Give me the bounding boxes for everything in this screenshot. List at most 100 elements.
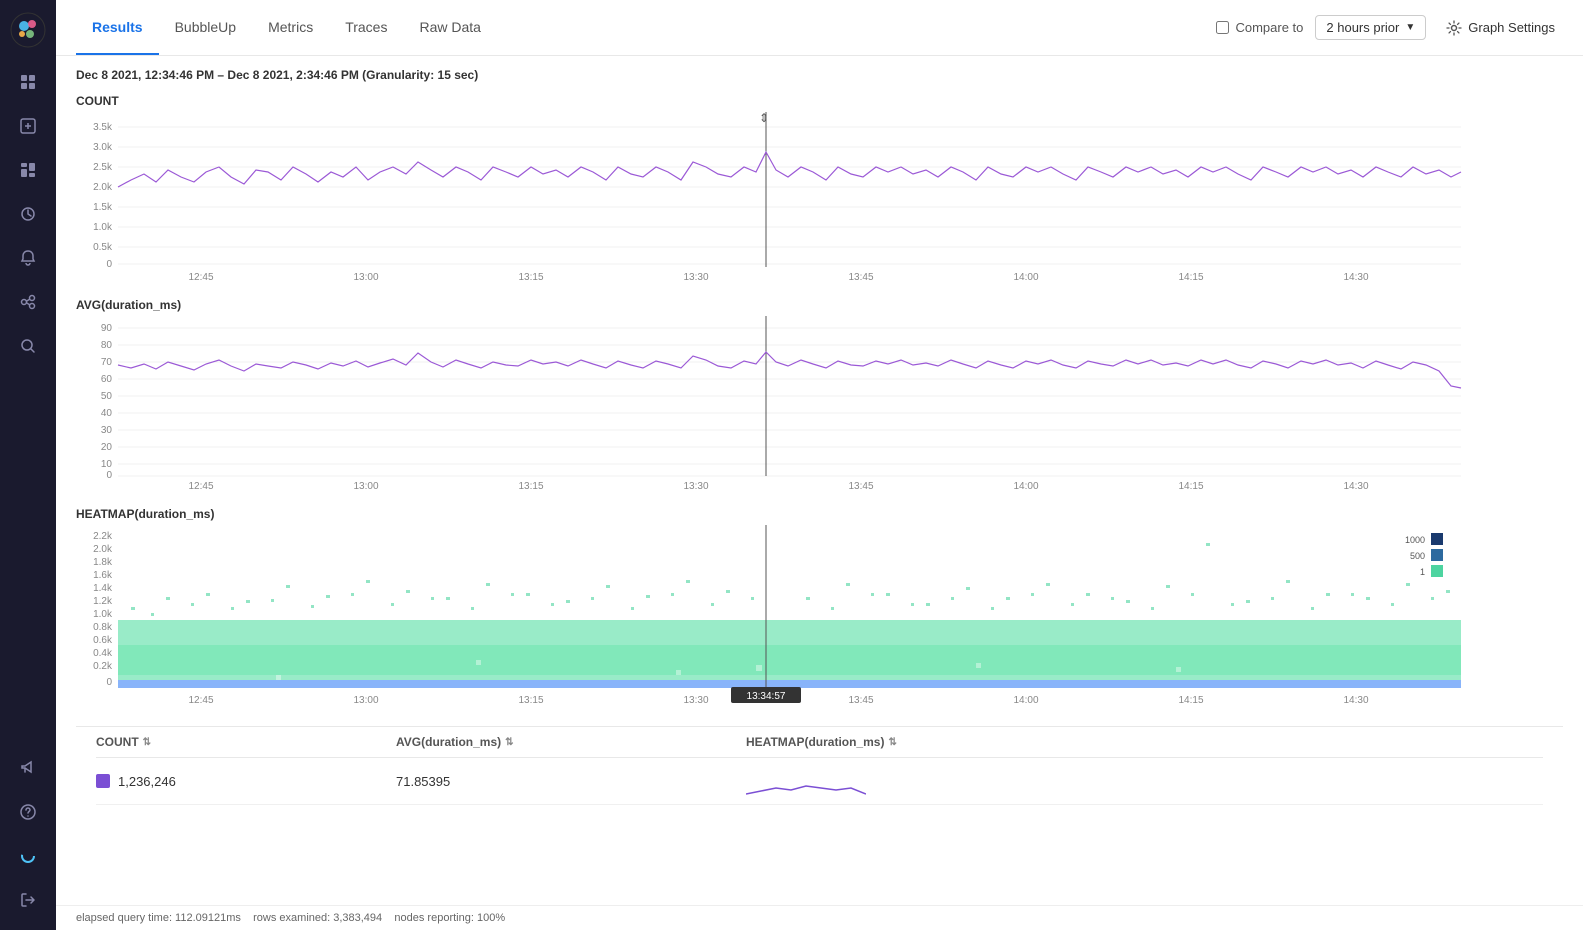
tab-metrics[interactable]: Metrics <box>252 0 329 55</box>
svg-text:60: 60 <box>101 374 113 385</box>
svg-text:0: 0 <box>106 677 112 688</box>
app-logo[interactable] <box>10 12 46 48</box>
svg-text:12:45: 12:45 <box>188 272 213 282</box>
top-nav: Results BubbleUp Metrics Traces Raw Data… <box>56 0 1583 56</box>
svg-text:14:00: 14:00 <box>1013 481 1038 491</box>
elapsed-time: elapsed query time: 112.09121ms <box>76 912 241 924</box>
compare-to-control: Compare to <box>1216 20 1303 35</box>
svg-text:13:45: 13:45 <box>848 481 873 491</box>
svg-text:20: 20 <box>101 442 113 453</box>
svg-text:13:15: 13:15 <box>518 272 543 282</box>
avg-chart-svg: 90 80 70 60 50 40 30 20 10 0 <box>76 316 1466 491</box>
avg-chart-label: AVG(duration_ms) <box>76 298 1563 312</box>
count-line <box>118 152 1461 187</box>
col-header-heatmap[interactable]: HEATMAP(duration_ms) ⇅ <box>746 735 1543 749</box>
svg-text:3.5k: 3.5k <box>93 122 113 133</box>
svg-text:13:15: 13:15 <box>518 695 543 706</box>
svg-text:1: 1 <box>1420 567 1425 577</box>
count-chart-label: COUNT <box>76 94 1563 108</box>
sidebar-item-history[interactable] <box>10 196 46 232</box>
tab-traces[interactable]: Traces <box>329 0 403 55</box>
svg-text:13:00: 13:00 <box>353 272 378 282</box>
sidebar-item-dashboard[interactable] <box>10 152 46 188</box>
footer-bar: elapsed query time: 112.09121ms rows exa… <box>56 905 1583 930</box>
svg-text:13:30: 13:30 <box>683 481 708 491</box>
svg-text:14:00: 14:00 <box>1013 272 1038 282</box>
svg-text:10: 10 <box>101 459 113 470</box>
avg-value: 71.85395 <box>396 774 450 789</box>
svg-text:13:30: 13:30 <box>683 272 708 282</box>
nav-right: Compare to 2 hours prior ▼ Graph Setting… <box>1216 15 1563 40</box>
svg-text:2.0k: 2.0k <box>93 544 113 555</box>
sidebar-item-bell[interactable] <box>10 240 46 276</box>
graph-settings-label: Graph Settings <box>1468 20 1555 35</box>
svg-text:1000: 1000 <box>1405 535 1425 545</box>
svg-text:2.2k: 2.2k <box>93 531 113 542</box>
svg-text:14:15: 14:15 <box>1178 481 1203 491</box>
sidebar-item-package[interactable] <box>10 108 46 144</box>
sidebar-item-home[interactable] <box>10 64 46 100</box>
sidebar-item-integrations[interactable] <box>10 284 46 320</box>
sidebar-item-loading[interactable] <box>10 838 46 874</box>
svg-text:50: 50 <box>101 391 113 402</box>
sidebar-item-help[interactable] <box>10 794 46 830</box>
svg-text:1.4k: 1.4k <box>93 583 113 594</box>
svg-text:1.5k: 1.5k <box>93 202 113 213</box>
avg-chart-section: AVG(duration_ms) 90 80 70 60 50 40 30 20… <box>76 298 1563 491</box>
time-range-label: Dec 8 2021, 12:34:46 PM – Dec 8 2021, 2:… <box>76 68 1563 82</box>
sidebar-item-megaphone[interactable] <box>10 750 46 786</box>
sidebar-item-logout[interactable] <box>10 882 46 918</box>
avg-line <box>118 352 1461 388</box>
avg-cell: 71.85395 <box>396 774 746 789</box>
svg-text:0.5k: 0.5k <box>93 242 113 253</box>
svg-text:40: 40 <box>101 408 113 419</box>
sort-icon-avg: ⇅ <box>505 737 513 748</box>
count-cell: 1,236,246 <box>96 774 396 789</box>
svg-text:14:30: 14:30 <box>1343 695 1368 706</box>
results-table: COUNT ⇅ AVG(duration_ms) ⇅ HEATMAP(durat… <box>76 726 1563 805</box>
col-header-count[interactable]: COUNT ⇅ <box>96 735 396 749</box>
svg-text:500: 500 <box>1410 551 1425 561</box>
heatmap-cell <box>746 766 1543 796</box>
svg-text:13:30: 13:30 <box>683 695 708 706</box>
count-value: 1,236,246 <box>118 774 176 789</box>
count-chart-container: 3.5k 3.0k 2.5k 2.0k 1.5k 1.0k 0.5k 0 <box>76 112 1563 282</box>
avg-chart-container: 90 80 70 60 50 40 30 20 10 0 <box>76 316 1563 491</box>
svg-text:0.8k: 0.8k <box>93 622 113 633</box>
hours-prior-dropdown[interactable]: 2 hours prior ▼ <box>1315 15 1426 40</box>
svg-text:3.0k: 3.0k <box>93 142 113 153</box>
count-chart-section: COUNT 3.5k 3.0k 2.5k 2.0k 1.5k 1.0k 0.5k… <box>76 94 1563 282</box>
svg-text:⇕: ⇕ <box>759 112 769 125</box>
graph-settings-button[interactable]: Graph Settings <box>1438 16 1563 40</box>
gear-icon <box>1446 20 1462 36</box>
svg-text:2.0k: 2.0k <box>93 182 113 193</box>
svg-text:0.2k: 0.2k <box>93 661 113 672</box>
svg-text:14:30: 14:30 <box>1343 481 1368 491</box>
heatmap-chart-svg: 2.2k 2.0k 1.8k 1.6k 1.4k 1.2k 1.0k 0.8k … <box>76 525 1466 710</box>
svg-text:12:45: 12:45 <box>188 481 213 491</box>
svg-text:1.0k: 1.0k <box>93 222 113 233</box>
compare-checkbox-input[interactable] <box>1216 21 1229 34</box>
svg-text:70: 70 <box>101 357 113 368</box>
compare-label: Compare to <box>1235 20 1303 35</box>
sort-icon-count: ⇅ <box>143 737 151 748</box>
tab-results[interactable]: Results <box>76 0 159 55</box>
svg-text:0: 0 <box>106 470 112 481</box>
table-row: 1,236,246 71.85395 <box>96 758 1543 805</box>
chart-area: Dec 8 2021, 12:34:46 PM – Dec 8 2021, 2:… <box>56 56 1583 905</box>
svg-text:14:15: 14:15 <box>1178 695 1203 706</box>
sidebar-item-search[interactable] <box>10 328 46 364</box>
heatmap-chart-container: 2.2k 2.0k 1.8k 1.6k 1.4k 1.2k 1.0k 0.8k … <box>76 525 1563 710</box>
hours-value: 2 hours prior <box>1326 20 1399 35</box>
svg-text:13:34:57: 13:34:57 <box>747 691 786 702</box>
heatmap-chart-section: HEATMAP(duration_ms) 2.2k 2.0k 1.8k 1.6k… <box>76 507 1563 710</box>
col-header-avg[interactable]: AVG(duration_ms) ⇅ <box>396 735 746 749</box>
svg-text:14:00: 14:00 <box>1013 695 1038 706</box>
tab-rawdata[interactable]: Raw Data <box>403 0 496 55</box>
tab-bubbleup[interactable]: BubbleUp <box>159 0 253 55</box>
svg-text:13:15: 13:15 <box>518 481 543 491</box>
svg-text:2.5k: 2.5k <box>93 162 113 173</box>
nodes-reporting: nodes reporting: 100% <box>394 912 505 924</box>
heatmap-mini-chart <box>746 766 866 796</box>
nav-tabs: Results BubbleUp Metrics Traces Raw Data <box>76 0 497 55</box>
